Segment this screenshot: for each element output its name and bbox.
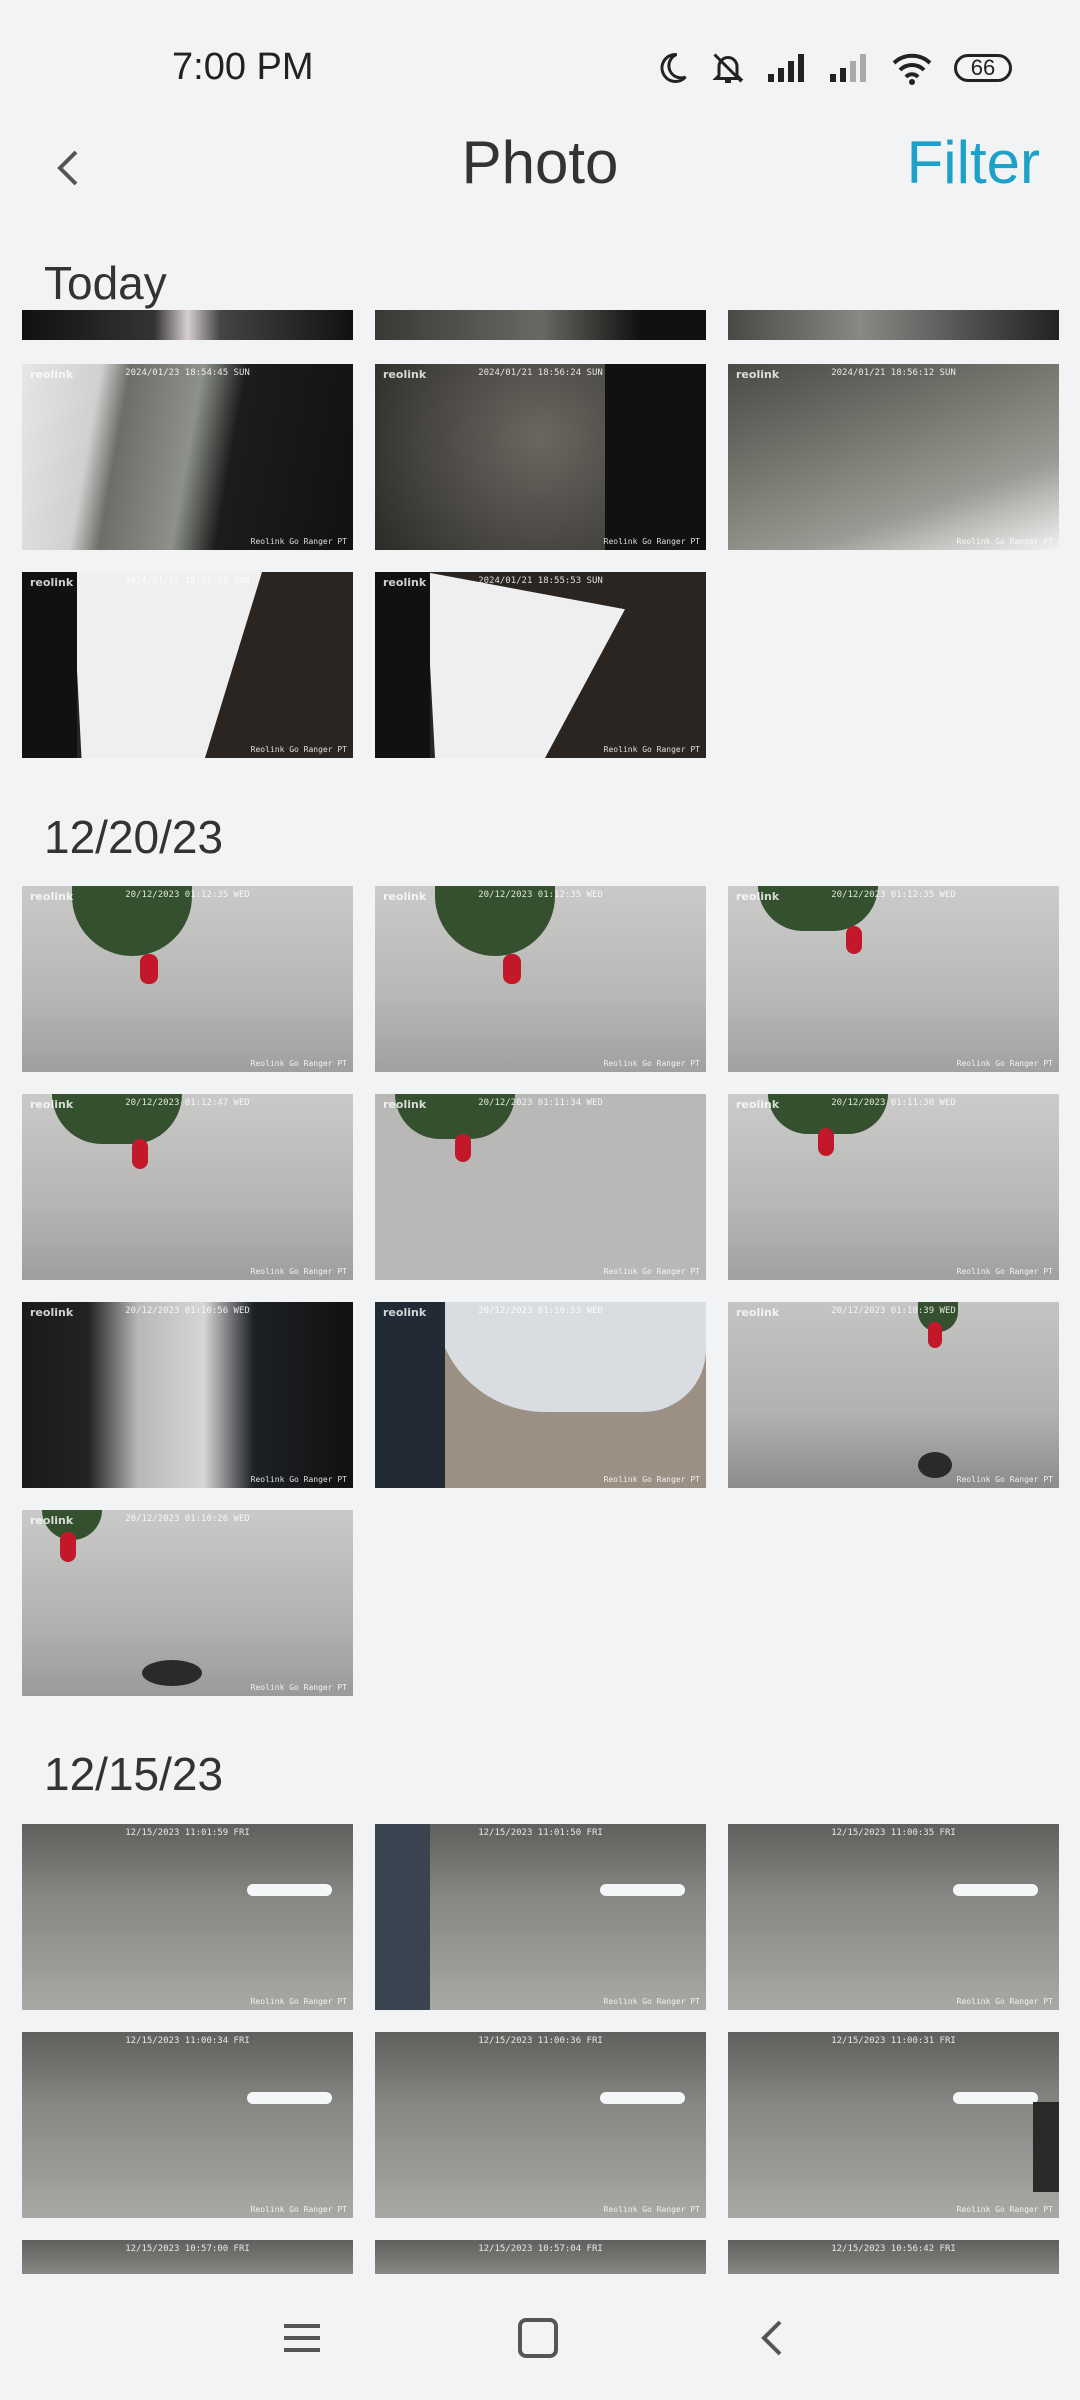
photo-timestamp: 12/15/2023 11:00:34 FRI bbox=[125, 2036, 250, 2046]
nav-back-button[interactable] bbox=[742, 2308, 802, 2368]
photo-timestamp: 12/15/2023 11:00:35 FRI bbox=[831, 1828, 956, 1838]
photo-thumbnail[interactable]: 12/15/2023 11:01:50 FRI Reolink Go Range… bbox=[375, 1824, 706, 2010]
top-app-bar: Photo Filter bbox=[0, 120, 1080, 210]
photo-watermark: Reolink Go Ranger PT bbox=[603, 1475, 700, 1484]
photo-watermark: Reolink Go Ranger PT bbox=[956, 1059, 1053, 1068]
photo-timestamp: 20/12/2023 01:11:30 WED bbox=[831, 1098, 956, 1108]
photo-watermark: Reolink Go Ranger PT bbox=[250, 1059, 347, 1068]
photo-watermark: Reolink Go Ranger PT bbox=[603, 1997, 700, 2006]
photo-thumbnail[interactable] bbox=[375, 310, 706, 340]
system-nav-bar bbox=[0, 2274, 1080, 2400]
photo-timestamp: 12/15/2023 11:01:59 FRI bbox=[125, 1828, 250, 1838]
photo-thumbnail[interactable]: reolink 20/12/2023 01:11:30 WED Reolink … bbox=[728, 1094, 1059, 1280]
photo-watermark: Reolink Go Ranger PT bbox=[250, 1475, 347, 1484]
photo-thumbnail[interactable]: reolink 20/12/2023 01:10:26 WED Reolink … bbox=[22, 1510, 353, 1696]
photo-watermark: Reolink Go Ranger PT bbox=[956, 2205, 1053, 2214]
photo-timestamp: 20/12/2023 01:12:35 WED bbox=[125, 890, 250, 900]
photo-timestamp: 2024/01/21 18:55:58 SUN bbox=[125, 576, 250, 586]
photo-thumbnail[interactable]: reolink 2024/01/21 18:56:24 SUN Reolink … bbox=[375, 364, 706, 550]
filter-button[interactable]: Filter bbox=[907, 128, 1040, 197]
photo-timestamp: 20/12/2023 01:10:39 WED bbox=[831, 1306, 956, 1316]
photo-timestamp: 20/12/2023 01:12:47 WED bbox=[125, 1098, 250, 1108]
photo-thumbnail[interactable]: reolink 20/12/2023 01:12:35 WED Reolink … bbox=[22, 886, 353, 1072]
photo-timestamp: 20/12/2023 01:12:35 WED bbox=[831, 890, 956, 900]
photo-timestamp: 2024/01/21 18:56:24 SUN bbox=[478, 368, 603, 378]
photo-thumbnail[interactable]: reolink 20/12/2023 01:11:34 WED Reolink … bbox=[375, 1094, 706, 1280]
photo-watermark: Reolink Go Ranger PT bbox=[956, 1267, 1053, 1276]
photo-timestamp: 2024/01/23 18:54:45 SUN bbox=[125, 368, 250, 378]
photo-thumbnail[interactable] bbox=[22, 310, 353, 340]
photo-watermark: Reolink Go Ranger PT bbox=[250, 2205, 347, 2214]
wifi-icon bbox=[890, 51, 934, 85]
photo-timestamp: 20/12/2023 01:10:56 WED bbox=[125, 1306, 250, 1316]
status-bar: 7:00 PM 66 bbox=[0, 0, 1080, 140]
photo-timestamp: 20/12/2023 01:10:53 WED bbox=[478, 1306, 603, 1316]
photo-timestamp: 12/15/2023 10:56:42 FRI bbox=[831, 2244, 956, 2254]
photo-watermark: Reolink Go Ranger PT bbox=[250, 1683, 347, 1692]
photo-timestamp: 2024/01/21 18:55:53 SUN bbox=[478, 576, 603, 586]
photo-watermark: Reolink Go Ranger PT bbox=[250, 1267, 347, 1276]
photo-thumbnail[interactable]: 12/15/2023 11:01:59 FRI Reolink Go Range… bbox=[22, 1824, 353, 2010]
photo-thumbnail[interactable]: 12/15/2023 11:00:31 FRI Reolink Go Range… bbox=[728, 2032, 1059, 2218]
photo-watermark: Reolink Go Ranger PT bbox=[603, 1267, 700, 1276]
photo-thumbnail[interactable]: 12/15/2023 10:57:04 FRI bbox=[375, 2240, 706, 2274]
photo-timestamp: 12/15/2023 11:01:50 FRI bbox=[478, 1828, 603, 1838]
photo-thumbnail[interactable]: reolink 20/12/2023 01:10:53 WED Reolink … bbox=[375, 1302, 706, 1488]
photo-thumbnail[interactable]: 12/15/2023 10:56:42 FRI bbox=[728, 2240, 1059, 2274]
photo-thumbnail[interactable]: reolink 20/12/2023 01:12:35 WED Reolink … bbox=[728, 886, 1059, 1072]
photo-timestamp: 20/12/2023 01:12:35 WED bbox=[478, 890, 603, 900]
photo-timestamp: 20/12/2023 01:10:26 WED bbox=[125, 1514, 250, 1524]
photo-thumbnail[interactable]: 12/15/2023 11:00:36 FRI Reolink Go Range… bbox=[375, 2032, 706, 2218]
photo-watermark: Reolink Go Ranger PT bbox=[603, 2205, 700, 2214]
photo-thumbnail[interactable]: 12/15/2023 11:00:34 FRI Reolink Go Range… bbox=[22, 2032, 353, 2218]
section-label-today: Today bbox=[44, 257, 167, 309]
photo-thumbnail[interactable]: reolink 20/12/2023 01:10:39 WED Reolink … bbox=[728, 1302, 1059, 1488]
photo-timestamp: 2024/01/21 18:56:12 SUN bbox=[831, 368, 956, 378]
photo-thumbnail[interactable]: reolink 2024/01/21 18:55:58 SUN Reolink … bbox=[22, 572, 353, 758]
section-label-12-20-23: 12/20/23 bbox=[44, 811, 224, 863]
photo-watermark: Reolink Go Ranger PT bbox=[603, 745, 700, 754]
status-time: 7:00 PM bbox=[172, 46, 314, 88]
battery-indicator: 66 bbox=[954, 54, 1012, 82]
signal-icon-2 bbox=[828, 52, 870, 84]
photo-thumbnail[interactable]: reolink 20/12/2023 01:10:56 WED Reolink … bbox=[22, 1302, 353, 1488]
photo-thumbnail[interactable]: reolink 20/12/2023 01:12:47 WED Reolink … bbox=[22, 1094, 353, 1280]
photo-timestamp: 20/12/2023 01:11:34 WED bbox=[478, 1098, 603, 1108]
bell-off-icon bbox=[710, 50, 746, 86]
home-square-icon bbox=[508, 2318, 568, 2372]
photo-timestamp: 12/15/2023 11:00:31 FRI bbox=[831, 2036, 956, 2046]
photo-watermark: Reolink Go Ranger PT bbox=[956, 1997, 1053, 2006]
photo-thumbnail[interactable]: reolink 20/12/2023 01:12:35 WED Reolink … bbox=[375, 886, 706, 1072]
signal-icon bbox=[766, 52, 808, 84]
photo-timestamp: 12/15/2023 11:00:36 FRI bbox=[478, 2036, 603, 2046]
photo-thumbnail[interactable] bbox=[728, 310, 1059, 340]
nav-back-icon bbox=[742, 2320, 802, 2372]
photo-thumbnail[interactable]: 12/15/2023 10:57:00 FRI bbox=[22, 2240, 353, 2274]
menu-icon bbox=[272, 2324, 332, 2372]
photo-timestamp: 12/15/2023 10:57:04 FRI bbox=[478, 2244, 603, 2254]
photo-watermark: Reolink Go Ranger PT bbox=[250, 537, 347, 546]
moon-icon bbox=[654, 50, 690, 86]
photo-thumbnail[interactable]: reolink 2024/01/21 18:55:53 SUN Reolink … bbox=[375, 572, 706, 758]
status-icons: 66 bbox=[654, 50, 1012, 86]
photo-watermark: Reolink Go Ranger PT bbox=[250, 1997, 347, 2006]
section-label-12-15-23: 12/15/23 bbox=[44, 1748, 224, 1800]
nav-menu-button[interactable] bbox=[272, 2308, 332, 2368]
photo-watermark: Reolink Go Ranger PT bbox=[603, 537, 700, 546]
photo-watermark: Reolink Go Ranger PT bbox=[603, 1059, 700, 1068]
photo-thumbnail[interactable]: reolink 2024/01/21 18:56:12 SUN Reolink … bbox=[728, 364, 1059, 550]
nav-home-button[interactable] bbox=[508, 2308, 568, 2368]
photo-watermark: Reolink Go Ranger PT bbox=[956, 537, 1053, 546]
photo-timestamp: 12/15/2023 10:57:00 FRI bbox=[125, 2244, 250, 2254]
photo-thumbnail[interactable]: reolink 2024/01/23 18:54:45 SUN Reolink … bbox=[22, 364, 353, 550]
photo-thumbnail[interactable]: 12/15/2023 11:00:35 FRI Reolink Go Range… bbox=[728, 1824, 1059, 2010]
photo-watermark: Reolink Go Ranger PT bbox=[250, 745, 347, 754]
photo-watermark: Reolink Go Ranger PT bbox=[956, 1475, 1053, 1484]
